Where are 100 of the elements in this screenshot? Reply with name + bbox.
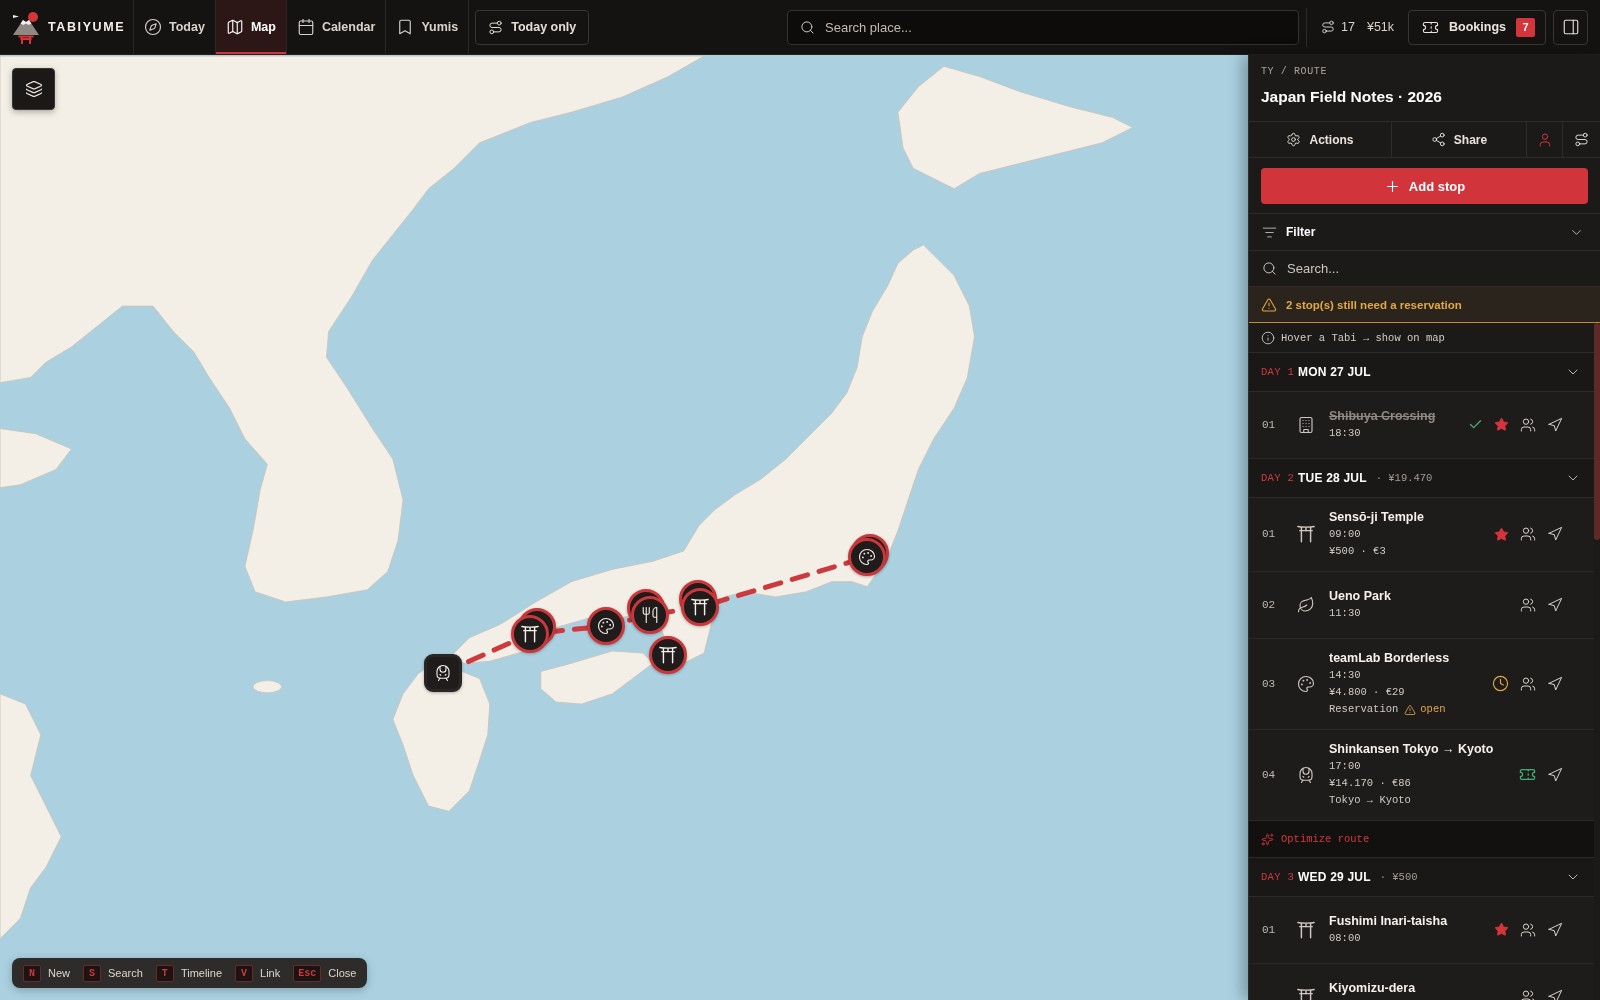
stop-time: 18:30 — [1329, 426, 1362, 441]
booking-count: 7 — [1516, 17, 1535, 37]
torii-icon — [1297, 920, 1315, 939]
people-icon[interactable] — [1520, 988, 1536, 1000]
sparkles-icon — [1261, 832, 1274, 846]
star-icon[interactable] — [1494, 922, 1509, 937]
stop-name: Shibuya Crossing — [1329, 408, 1437, 425]
stop-time: 17:00 — [1329, 759, 1362, 774]
shortcut-key: N — [23, 964, 41, 982]
nav-tab[interactable]: Yumis — [386, 0, 470, 54]
shortcut-key: T — [155, 964, 174, 982]
navigation-icon[interactable] — [1547, 766, 1563, 783]
day-date: TUE 28 JUL — [1298, 471, 1367, 485]
shortcut-key: V — [235, 964, 254, 982]
day-total: · ¥500 — [1379, 871, 1418, 883]
shortcut-label: Link — [260, 967, 281, 979]
stop-row[interactable]: 04 Shinkansen Tokyo → Kyoto 17:00 ¥14.170 · €86 Tokyo → Kyoto — [1249, 730, 1594, 821]
route-icon — [1574, 132, 1589, 147]
hint-text: Hover a Tabi → show on map — [1281, 331, 1445, 344]
bookings-button[interactable]: Bookings 7 — [1408, 9, 1546, 45]
stop-number: 01 — [1262, 923, 1277, 936]
route-icon — [488, 19, 504, 35]
add-stop-button[interactable]: Add stop — [1261, 168, 1588, 204]
palette-icon — [1297, 674, 1315, 693]
navigation-icon[interactable] — [1547, 526, 1563, 542]
panel-toggle-button[interactable] — [1553, 9, 1588, 45]
stop-number: 01 — [1262, 528, 1277, 540]
filter-toggle[interactable]: Filter — [1249, 214, 1600, 251]
navigation-icon[interactable] — [1547, 596, 1563, 613]
stop-price: ¥14.170 · €86 — [1329, 776, 1412, 791]
palette-icon — [597, 617, 615, 635]
people-icon[interactable] — [1520, 416, 1536, 433]
people-icon[interactable] — [1520, 921, 1536, 938]
train-icon — [434, 664, 452, 682]
people-icon[interactable] — [1520, 526, 1536, 542]
breadcrumb: TY / ROUTE — [1261, 66, 1328, 78]
stop-note: Tokyo → Kyoto — [1329, 793, 1412, 808]
nav-tab[interactable]: Map — [215, 0, 287, 54]
app-name: TABIYUME — [48, 20, 126, 34]
train-icon — [1297, 765, 1315, 784]
stop-row[interactable]: 01 Fushimi Inari-taisha 08:00 — [1249, 897, 1594, 964]
fork-knife-icon — [641, 606, 659, 624]
route-icon — [1321, 20, 1336, 34]
stop-row[interactable]: 01 Sensō-ji Temple 09:00 ¥500 · €3 — [1249, 498, 1594, 572]
shortcut-label: Search — [108, 967, 143, 979]
building-icon — [1297, 415, 1315, 434]
torii-icon — [1297, 987, 1315, 1000]
layers-icon — [24, 80, 43, 98]
stop-price: ¥4.800 · €29 — [1329, 685, 1406, 700]
warning-icon — [1261, 296, 1277, 313]
stop-row[interactable]: 02 Ueno Park 11:30 — [1249, 572, 1594, 639]
settings-icon — [1286, 132, 1302, 147]
navigation-icon[interactable] — [1547, 988, 1563, 1000]
torii-icon — [691, 598, 709, 616]
panel-title: Japan Field Notes · 2026 — [1261, 87, 1443, 107]
shortcut-label: Close — [328, 967, 357, 979]
navigation-icon[interactable] — [1547, 921, 1563, 938]
stop-number: 02 — [1262, 598, 1277, 611]
stop-price: ¥500 · €3 — [1329, 544, 1387, 559]
action-button[interactable]: Actions — [1249, 122, 1392, 157]
stop-number: 04 — [1262, 768, 1277, 781]
day-total: · ¥19.470 — [1375, 472, 1433, 484]
stop-row[interactable]: 01 Shibuya Crossing 18:30 — [1249, 392, 1594, 459]
share-icon — [1430, 132, 1446, 147]
search-icon — [1262, 261, 1277, 276]
day-label: DAY 1 — [1261, 366, 1295, 378]
navigation-icon[interactable] — [1547, 416, 1563, 433]
leaf-icon — [1297, 595, 1315, 614]
nav-tab[interactable]: Calendar — [286, 0, 387, 54]
stop-row[interactable]: Kiyomizu-dera — [1249, 964, 1594, 1000]
day-date: MON 27 JUL — [1298, 365, 1371, 379]
palette-icon — [858, 548, 876, 566]
map-marker[interactable] — [511, 608, 556, 653]
day-label: DAY 3 — [1261, 871, 1295, 883]
action-button[interactable]: Share — [1392, 122, 1527, 157]
map-icon — [225, 18, 244, 36]
budget-total: ¥51k — [1366, 20, 1395, 34]
today-only-button[interactable]: Today only — [475, 9, 590, 45]
info-icon — [1261, 330, 1275, 345]
navigation-icon[interactable] — [1547, 675, 1563, 692]
calendar-icon — [296, 18, 315, 36]
map-marker[interactable] — [424, 654, 462, 692]
search-field[interactable]: Search place... — [787, 9, 1300, 45]
people-icon[interactable] — [1520, 675, 1536, 692]
warning-text: 2 stop(s) still need a reservation — [1286, 298, 1462, 311]
scrollbar-thumb[interactable] — [1594, 323, 1600, 540]
shortcut-key: Esc — [293, 964, 322, 982]
stop-time: 14:30 — [1329, 668, 1362, 683]
star-icon[interactable] — [1494, 417, 1509, 432]
stop-name: Shinkansen Tokyo → Kyoto — [1329, 741, 1495, 758]
stop-name: Fushimi Inari-taisha — [1329, 913, 1449, 930]
shortcut-key: S — [83, 964, 101, 982]
layers-button[interactable] — [12, 68, 55, 110]
nav-tab[interactable]: Today — [134, 0, 216, 54]
stop-row[interactable]: 03 teamLab Borderless 14:30 ¥4.800 · €29 Reservation open — [1249, 639, 1594, 730]
shortcut-label: Timeline — [180, 967, 223, 979]
optimize-route-button[interactable]: Optimize route — [1249, 821, 1594, 858]
stop-number: 01 — [1262, 418, 1277, 431]
star-icon[interactable] — [1494, 526, 1509, 542]
people-icon[interactable] — [1520, 596, 1536, 613]
